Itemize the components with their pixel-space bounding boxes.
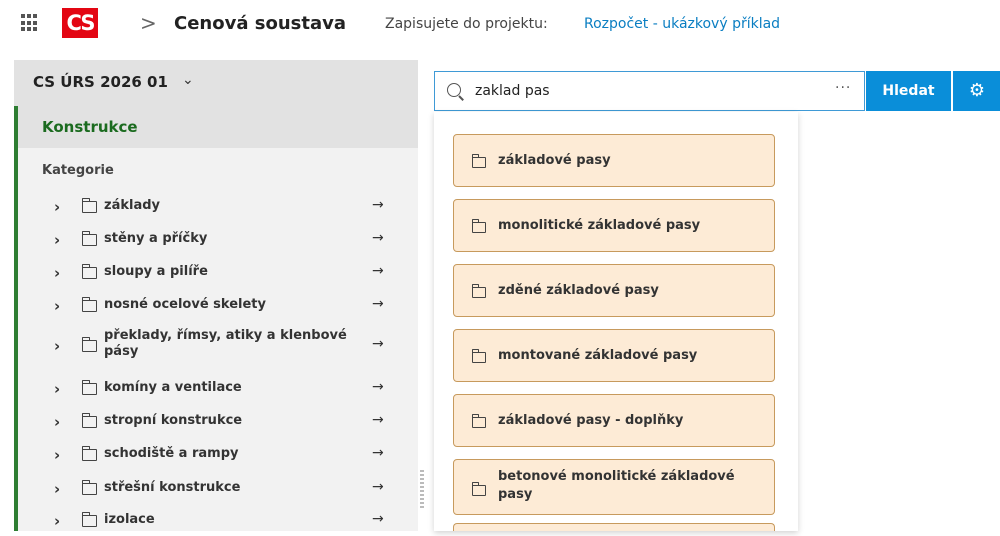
version-selector[interactable]: CS ÚRS 2026 01 ⌄ bbox=[14, 60, 418, 106]
result-item[interactable]: základové pasy bbox=[453, 134, 775, 187]
folder-icon bbox=[81, 198, 97, 213]
sidebar: CS ÚRS 2026 01 ⌄ Konstrukce Kategorie › … bbox=[14, 60, 418, 531]
search-icon bbox=[447, 83, 461, 97]
gear-icon: ⚙ bbox=[968, 80, 986, 101]
tree-item[interactable]: › nosné ocelové skelety → bbox=[14, 291, 418, 321]
result-item[interactable]: zděné základové pasy bbox=[453, 264, 775, 317]
more-options-icon[interactable]: ··· bbox=[835, 80, 851, 96]
folder-icon bbox=[471, 349, 486, 363]
result-item[interactable]: monolitické základové pasy bbox=[453, 199, 775, 252]
category-heading: Kategorie bbox=[42, 163, 114, 178]
result-item-label: základové pasy bbox=[498, 153, 611, 168]
folder-icon bbox=[81, 480, 97, 495]
arrow-right-icon[interactable]: → bbox=[372, 445, 384, 461]
search-button[interactable]: Hledat bbox=[866, 71, 951, 111]
result-item-label: monolitické základové pasy bbox=[498, 218, 701, 233]
result-item[interactable]: montované základové pasy bbox=[453, 329, 775, 382]
tree-item[interactable]: › schodiště a rampy → bbox=[14, 440, 418, 470]
tree-item-label: překlady, římsy, atiky a klenbové pásy bbox=[104, 328, 347, 359]
result-item-label: základové pasy - doplňky bbox=[498, 413, 684, 428]
chevron-right-icon[interactable]: › bbox=[54, 264, 60, 282]
chevron-right-icon[interactable]: › bbox=[54, 512, 60, 530]
arrow-right-icon[interactable]: → bbox=[372, 263, 384, 279]
tree-item[interactable]: › izolace → bbox=[14, 506, 418, 536]
tree-item[interactable]: › překlady, římsy, atiky a klenbové pásy… bbox=[14, 326, 418, 366]
arrow-right-icon[interactable]: → bbox=[372, 511, 384, 527]
arrow-right-icon[interactable]: → bbox=[372, 412, 384, 428]
tree-item[interactable]: › stěny a příčky → bbox=[14, 225, 418, 255]
arrow-right-icon[interactable]: → bbox=[372, 336, 384, 352]
result-item-label: betonové monolitické základové pasy bbox=[498, 469, 735, 502]
arrow-right-icon[interactable]: → bbox=[372, 379, 384, 395]
cs-logo[interactable]: CS bbox=[62, 8, 98, 38]
chevron-right-icon[interactable]: › bbox=[54, 337, 60, 355]
arrow-right-icon[interactable]: → bbox=[372, 230, 384, 246]
folder-icon bbox=[471, 284, 486, 298]
breadcrumb-chevron-icon: > bbox=[140, 11, 157, 35]
tree-item[interactable]: › komíny a ventilace → bbox=[14, 374, 418, 404]
project-link[interactable]: Rozpočet - ukázkový příklad bbox=[584, 16, 780, 32]
chevron-right-icon[interactable]: › bbox=[54, 480, 60, 498]
arrow-right-icon[interactable]: → bbox=[372, 479, 384, 495]
folder-icon bbox=[471, 219, 486, 233]
chevron-right-icon[interactable]: › bbox=[54, 446, 60, 464]
tree-item-label: sloupy a pilíře bbox=[104, 264, 208, 279]
tree-item[interactable]: › základy → bbox=[14, 192, 418, 222]
result-item-label: montované základové pasy bbox=[498, 348, 698, 363]
section-label: Konstrukce bbox=[42, 118, 138, 136]
tree-item[interactable]: › střešní konstrukce → bbox=[14, 474, 418, 504]
panel-resize-handle[interactable] bbox=[420, 470, 424, 510]
folder-icon bbox=[471, 482, 486, 496]
folder-icon bbox=[471, 154, 486, 168]
tree-item-label: schodiště a rampy bbox=[104, 446, 239, 461]
search-input[interactable] bbox=[475, 80, 815, 102]
folder-icon bbox=[471, 414, 486, 428]
tree-item[interactable]: › stropní konstrukce → bbox=[14, 407, 418, 437]
page-title: Cenová soustava bbox=[174, 13, 346, 34]
result-item[interactable] bbox=[453, 523, 775, 531]
version-label: CS ÚRS 2026 01 bbox=[33, 73, 168, 91]
project-label: Zapisujete do projektu: bbox=[385, 16, 548, 32]
tree-item-label: střešní konstrukce bbox=[104, 480, 241, 495]
tree-item-label: stropní konstrukce bbox=[104, 413, 243, 428]
folder-icon bbox=[81, 446, 97, 461]
section-header[interactable]: Konstrukce bbox=[14, 106, 418, 148]
arrow-right-icon[interactable]: → bbox=[372, 197, 384, 213]
folder-icon bbox=[81, 264, 97, 279]
tree-item-label: izolace bbox=[104, 512, 155, 527]
folder-icon bbox=[81, 512, 97, 527]
chevron-right-icon[interactable]: › bbox=[54, 413, 60, 431]
settings-button[interactable]: ⚙ bbox=[953, 71, 1000, 111]
chevron-right-icon[interactable]: › bbox=[54, 297, 60, 315]
folder-icon bbox=[81, 297, 97, 312]
chevron-down-icon: ⌄ bbox=[182, 72, 194, 88]
chevron-right-icon[interactable]: › bbox=[54, 231, 60, 249]
folder-icon bbox=[81, 337, 97, 352]
arrow-right-icon[interactable]: → bbox=[372, 296, 384, 312]
chevron-right-icon[interactable]: › bbox=[54, 380, 60, 398]
chevron-right-icon[interactable]: › bbox=[54, 198, 60, 216]
tree-item-label: nosné ocelové skelety bbox=[104, 297, 266, 312]
apps-grid-icon[interactable] bbox=[21, 14, 39, 32]
tree-item-label: základy bbox=[104, 198, 160, 213]
folder-icon bbox=[81, 231, 97, 246]
result-item-label: zděné základové pasy bbox=[498, 283, 659, 298]
folder-icon bbox=[81, 413, 97, 428]
tree-item-label: komíny a ventilace bbox=[104, 380, 242, 395]
result-item[interactable]: betonové monolitické základové pasy bbox=[453, 459, 775, 515]
tree-item[interactable]: › sloupy a pilíře → bbox=[14, 258, 418, 288]
result-item[interactable]: základové pasy - doplňky bbox=[453, 394, 775, 447]
tree-item-label: stěny a příčky bbox=[104, 231, 208, 246]
top-bar: CS > Cenová soustava Zapisujete do proje… bbox=[0, 0, 1000, 48]
folder-icon bbox=[81, 380, 97, 395]
